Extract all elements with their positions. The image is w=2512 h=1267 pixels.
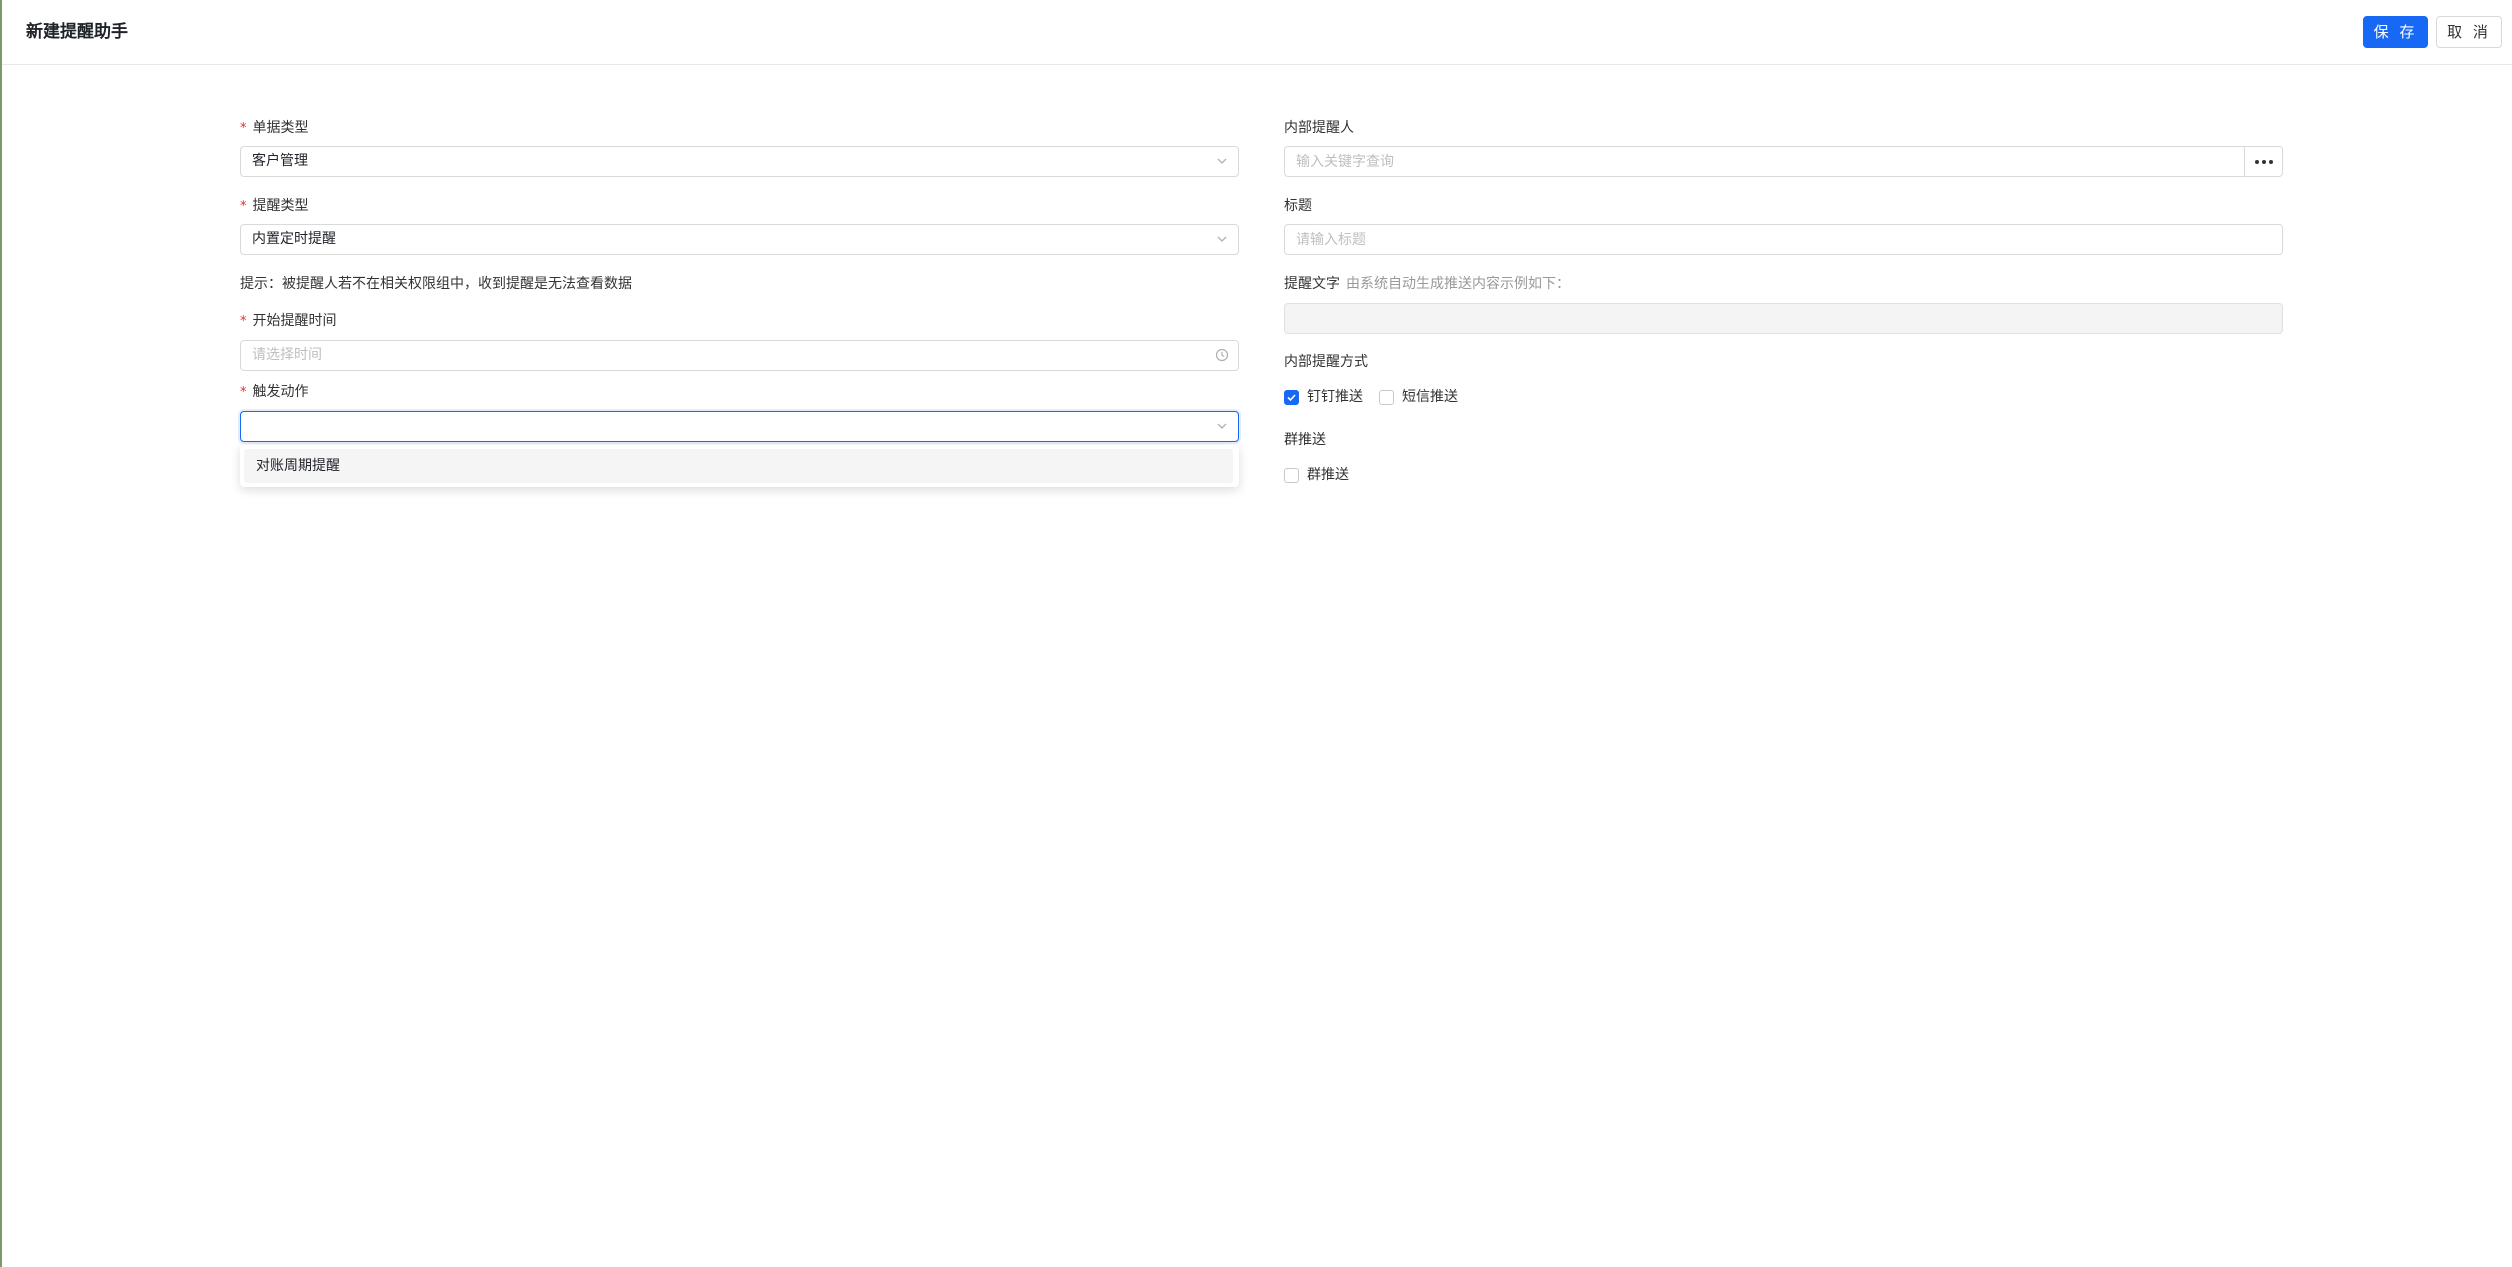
group-push-label: 群推送	[1284, 432, 1326, 448]
sms-push-checkbox[interactable]: 短信推送	[1379, 387, 1458, 407]
start-time-label: * 开始提醒时间	[240, 313, 337, 329]
trigger-select[interactable]	[240, 411, 1239, 442]
group-push-checkbox-group: 群推送	[1284, 465, 1365, 485]
clock-icon	[1215, 348, 1229, 362]
remind-text-label: 提醒文字 由系统自动生成推送内容示例如下：	[1284, 276, 1570, 292]
required-mark: *	[240, 121, 247, 136]
reminder-form: * 单据类型 客户管理 * 提醒类型 内置定时提醒 提示：被提醒人若不在相关权限组中…	[0, 65, 2512, 1267]
page-title: 新建提醒助手	[26, 22, 128, 42]
doc-type-value: 客户管理	[252, 153, 308, 169]
recipient-search-input[interactable]	[1285, 147, 2243, 176]
required-mark: *	[240, 314, 247, 329]
trigger-label: * 触发动作	[240, 384, 309, 400]
dingtalk-push-checkbox[interactable]: 钉钉推送	[1284, 387, 1363, 407]
remind-text-hint: 由系统自动生成推送内容示例如下：	[1346, 276, 1570, 292]
title-field	[1284, 224, 2283, 255]
chevron-down-icon	[1217, 236, 1227, 242]
remind-type-label: * 提醒类型	[240, 198, 309, 214]
doc-type-select[interactable]: 客户管理	[240, 146, 1239, 177]
checkmark-icon	[1284, 389, 1299, 405]
remind-text-preview	[1284, 303, 2283, 334]
recipient-search	[1284, 146, 2283, 177]
chevron-down-icon	[1217, 423, 1227, 429]
checkbox-box	[1379, 389, 1394, 405]
trigger-dropdown: 对账周期提醒	[240, 445, 1239, 487]
required-mark: *	[240, 199, 247, 214]
start-time-placeholder: 请选择时间	[252, 347, 322, 363]
more-icon[interactable]	[2244, 147, 2282, 176]
method-checkbox-group: 钉钉推送 短信推送	[1284, 387, 1474, 407]
start-time-picker[interactable]: 请选择时间	[240, 340, 1239, 371]
chevron-down-icon	[1217, 158, 1227, 164]
page-header: 新建提醒助手 保 存 取 消	[2, 0, 2512, 65]
remind-type-value: 内置定时提醒	[252, 231, 336, 247]
method-label: 内部提醒方式	[1284, 354, 1368, 370]
group-push-checkbox[interactable]: 群推送	[1284, 465, 1349, 485]
permission-tip: 提示：被提醒人若不在相关权限组中，收到提醒是无法查看数据	[240, 276, 632, 292]
remind-type-select[interactable]: 内置定时提醒	[240, 224, 1239, 255]
save-button[interactable]: 保 存	[2363, 16, 2428, 48]
cancel-button[interactable]: 取 消	[2436, 16, 2502, 48]
dropdown-option[interactable]: 对账周期提醒	[244, 449, 1233, 483]
doc-type-label: * 单据类型	[240, 120, 309, 136]
title-label: 标题	[1284, 198, 1312, 214]
title-input[interactable]	[1285, 225, 2282, 254]
recipient-label: 内部提醒人	[1284, 120, 1354, 136]
checkbox-box	[1284, 467, 1299, 483]
required-mark: *	[240, 385, 247, 400]
